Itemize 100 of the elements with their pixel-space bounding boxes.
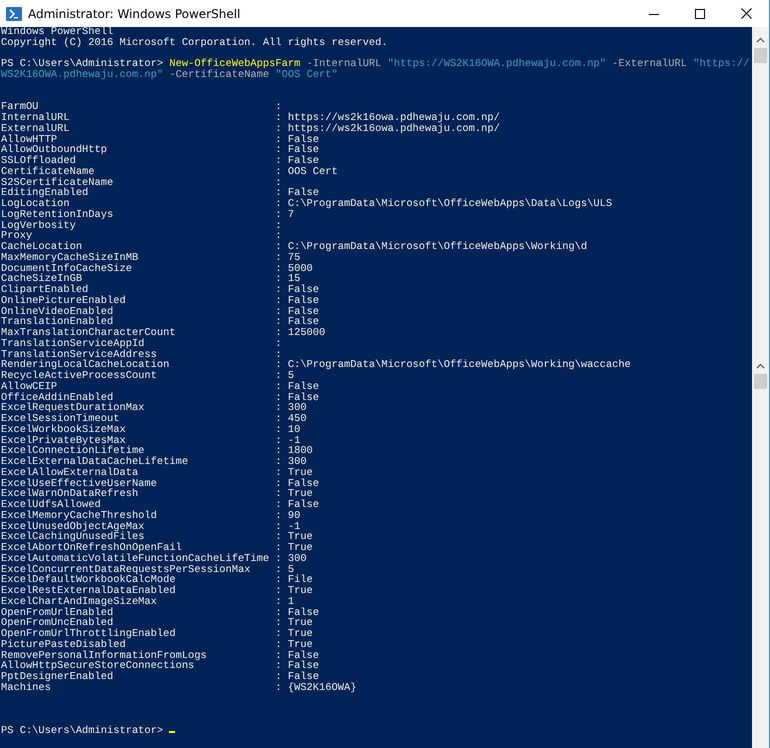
separator: : (275, 316, 282, 328)
parameter-name: -CertificateName (169, 69, 270, 81)
property-value: 300 (288, 456, 307, 468)
property-name: ExcelConcurrentDataRequestsPerSessionMax (1, 564, 252, 576)
property-value: 90 (288, 510, 300, 522)
property-name: S2SCertificateName (1, 178, 114, 188)
property-name: ClipartEnabled (1, 285, 88, 296)
property-name: FarmOU (1, 102, 38, 114)
separator: : (275, 596, 282, 608)
property-name: OnlineVideoEnabled (1, 306, 114, 318)
separator: : (275, 220, 282, 232)
separator: : (275, 617, 282, 630)
property-value: True (288, 542, 313, 554)
separator: : (275, 542, 282, 554)
property-value: False (288, 392, 320, 404)
separator: : (275, 650, 282, 662)
separator: : (275, 176, 282, 188)
property-name: ExcelMemoryCacheThreshold (1, 510, 158, 522)
property-name: RenderingLocalCacheLocation (1, 360, 170, 372)
property-name: AllowCEIP (1, 382, 58, 393)
property-value: True (288, 617, 313, 630)
separator: : (275, 101, 282, 114)
property-name: ExcelWarnOnDataRefresh (1, 489, 140, 500)
scroll-thumb[interactable] (754, 48, 767, 63)
separator: : (275, 284, 282, 296)
property-value: -1 (288, 520, 300, 532)
property-name: OpenFromUrlThrottlingEnabled (1, 629, 177, 640)
parameter-name: -InternalURL (306, 58, 382, 70)
separator: : (275, 552, 282, 565)
property-value: {WS2K16OWA} (288, 682, 356, 694)
property-name: Machines (1, 682, 52, 694)
property-value: 7 (288, 208, 294, 221)
property-value: C:\ProgramData\Microsoft\OfficeWebApps\Working\d (288, 241, 588, 253)
separator: : (275, 466, 282, 479)
property-value: False (288, 606, 320, 618)
property-value: False (288, 650, 320, 662)
property-value: True (288, 466, 313, 479)
property-value: False (288, 671, 320, 683)
property-value: False (288, 316, 320, 328)
separator: : (275, 208, 282, 221)
property-value: C:\ProgramData\Microsoft\OfficeWebApps\Working\waccache (288, 359, 631, 372)
property-name: TranslationServiceAppId (1, 338, 144, 350)
property-name: ExcelAllowExternalData (1, 468, 138, 479)
separator: : (275, 241, 282, 253)
property-value: False (288, 380, 320, 393)
property-value: 5000 (288, 262, 313, 274)
property-value: 450 (288, 413, 307, 425)
property-name: ExcelDefaultWorkbookCalcMode (1, 575, 176, 586)
separator: : (275, 112, 282, 124)
property-name: ExcelExternalDataCacheLifetime (1, 457, 190, 468)
property-name: ExcelSessionTimeout (1, 414, 120, 425)
scroll-up-icon[interactable] (756, 363, 765, 369)
separator: : (275, 574, 282, 586)
separator: : (275, 230, 282, 242)
string-argument: WS2K16OWA.pdhewaju.com.np" (1, 69, 164, 81)
separator: : (275, 456, 282, 468)
property-value: False (288, 294, 320, 307)
property-name: OnlinePictureEnabled (1, 296, 127, 307)
separator: : (275, 628, 282, 640)
property-value: True (288, 585, 313, 597)
banner-text: Copyright (C) 2016 Microsoft Corporation. All rights reserved. (1, 36, 388, 49)
property-value: False (288, 478, 320, 490)
string-argument: "https:// (693, 58, 750, 70)
separator: : (275, 327, 282, 339)
separator: : (275, 510, 282, 522)
property-value: 5 (288, 370, 294, 382)
property-name: AllowHttpSecureStoreConnections (1, 661, 194, 672)
scroll-thumb[interactable] (754, 374, 767, 389)
property-name: RecycleActiveProcessCount (1, 371, 158, 382)
separator: : (275, 370, 282, 382)
maximize-icon (695, 8, 705, 18)
property-value: 10 (288, 424, 300, 436)
separator: : (275, 198, 282, 210)
property-name: SSLOffloaded (1, 156, 76, 167)
property-name: LogRetentionInDays (1, 210, 114, 221)
separator: : (275, 252, 282, 264)
property-name: ExcelAutomaticVolatileFunctionCacheLifeTime (1, 554, 270, 565)
close-icon (740, 8, 752, 19)
property-name: AllowOutboundHttp (1, 145, 108, 156)
property-value: True (288, 628, 313, 640)
property-value: 5 (288, 564, 294, 576)
cmdlet-name: New-OfficeWebAppsFarm (169, 58, 300, 70)
property-value: False (288, 499, 320, 511)
separator: : (275, 585, 282, 597)
property-name: ExcelUnusedObjectAgeMax (1, 522, 146, 532)
scroll-up-icon[interactable] (756, 37, 765, 43)
scrollbar[interactable] (752, 27, 769, 748)
separator: : (275, 392, 282, 404)
separator: : (275, 499, 282, 511)
separator: : (275, 262, 282, 274)
property-value: File (288, 574, 313, 586)
property-value: -1 (288, 434, 300, 446)
property-name: ExcelCachingUnusedFiles (1, 532, 144, 544)
property-name: ExcelPrivateBytesMax (1, 436, 126, 446)
separator: : (275, 445, 282, 458)
separator: : (275, 520, 282, 532)
property-value: 125000 (288, 327, 326, 339)
property-value: https://ws2k16owa.pdhewaju.com.np/ (288, 112, 500, 124)
property-value: 300 (288, 552, 307, 565)
property-name: ExcelConnectionLifetime (1, 446, 144, 458)
